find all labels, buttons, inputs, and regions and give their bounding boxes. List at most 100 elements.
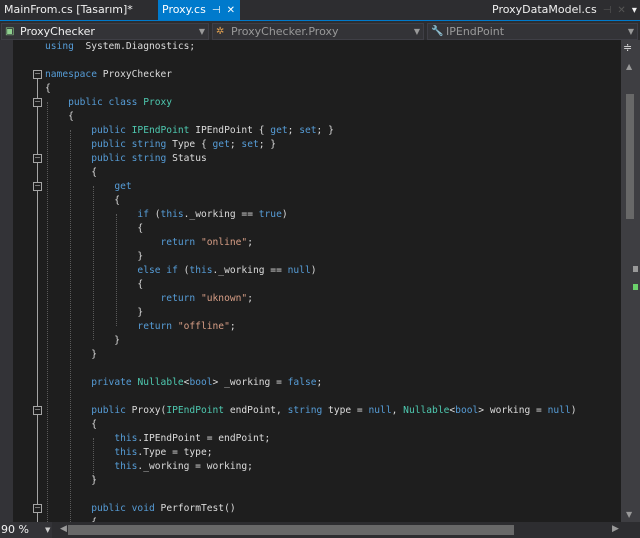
code-line[interactable]: public class Proxy	[45, 96, 576, 110]
code-token: }	[45, 251, 144, 262]
code-line[interactable]	[45, 362, 576, 376]
code-token: {	[45, 167, 97, 178]
code-line[interactable]: {	[45, 222, 576, 236]
code-line[interactable]: }	[45, 334, 576, 348]
class-dropdown[interactable]: ✲ ProxyChecker.Proxy ▼	[212, 23, 424, 40]
code-line[interactable]: }	[45, 250, 576, 264]
csharp-project-icon: ▣	[5, 26, 15, 37]
project-dropdown[interactable]: ▣ ProxyChecker ▼	[1, 23, 209, 40]
vertical-scrollbar[interactable]: ≑ ▲ ▼	[621, 40, 640, 522]
code-line[interactable]	[45, 54, 576, 68]
code-line[interactable]: {	[45, 194, 576, 208]
scroll-thumb[interactable]	[626, 94, 634, 219]
horizontal-scroll-thumb[interactable]	[68, 525, 514, 535]
code-token: Nullable	[137, 377, 184, 388]
code-token: ;	[287, 125, 300, 136]
code-token: )	[310, 265, 317, 276]
code-token: {	[45, 279, 144, 290]
code-line[interactable]: namespace ProxyChecker	[45, 68, 576, 82]
class-name: ProxyChecker.Proxy	[231, 25, 339, 38]
collapse-get-icon[interactable]: −	[33, 182, 42, 191]
code-line[interactable]: return "online";	[45, 236, 576, 250]
member-dropdown[interactable]: 🔧 IPEndPoint ▼	[427, 23, 638, 40]
horizontal-scrollbar[interactable]: 90 % ▼ ◀ ▶	[0, 522, 640, 538]
pin-icon[interactable]: ⊣	[603, 5, 612, 16]
code-line[interactable]: {	[45, 278, 576, 292]
code-line[interactable]: {	[45, 166, 576, 180]
code-line[interactable]: }	[45, 348, 576, 362]
code-token: Nullable	[403, 405, 450, 416]
collapse-status-icon[interactable]: −	[33, 154, 42, 163]
code-token: "offline"	[177, 321, 230, 332]
zoom-dropdown[interactable]: 90 % ▼	[0, 522, 52, 538]
code-line[interactable]: get	[45, 180, 576, 194]
scroll-up-icon[interactable]: ▲	[626, 62, 632, 71]
code-line[interactable]: {	[45, 418, 576, 432]
code-line[interactable]: return "offline";	[45, 320, 576, 334]
code-line[interactable]: this.IPEndPoint = endPoint;	[45, 432, 576, 446]
code-token: using	[45, 41, 74, 52]
code-token: get	[270, 125, 288, 136]
code-token: null	[368, 405, 392, 416]
scroll-down-icon[interactable]: ▼	[626, 510, 632, 519]
code-text[interactable]: using System.Diagnostics; namespace Prox…	[45, 40, 576, 522]
pin-icon[interactable]: ⊣	[212, 5, 221, 16]
code-token: this	[114, 433, 138, 444]
code-token: PerformTest()	[154, 503, 236, 514]
code-line[interactable]: public Proxy(IPEndPoint endPoint, string…	[45, 404, 576, 418]
tab-overflow-chevron-icon[interactable]: ▾	[632, 5, 637, 16]
zoom-level: 90 %	[1, 523, 29, 536]
close-icon[interactable]: ✕	[617, 5, 625, 16]
code-line[interactable]: else if (this._working == null)	[45, 264, 576, 278]
tab-mainfrom[interactable]: MainFrom.cs [Tasarım]*	[0, 0, 137, 20]
class-icon: ✲	[216, 26, 225, 37]
code-line[interactable]: return "uknown";	[45, 292, 576, 306]
tab-proxy[interactable]: Proxy.cs ⊣ ✕	[158, 0, 240, 20]
code-line[interactable]	[45, 390, 576, 404]
navigation-bar: ▣ ProxyChecker ▼ ✲ ProxyChecker.Proxy ▼ 🔧 IPE…	[0, 20, 640, 40]
code-token: ; }	[316, 125, 334, 136]
code-line[interactable]: public void PerformTest()	[45, 502, 576, 516]
code-line[interactable]: }	[45, 474, 576, 488]
collapse-performtest-icon[interactable]: −	[33, 504, 42, 513]
code-line[interactable]: if (this._working == true)	[45, 208, 576, 222]
tab-proxydatamodel[interactable]: ProxyDataModel.cs ⊣ ✕ ▾	[488, 0, 640, 20]
code-token: > _working =	[212, 377, 288, 388]
code-line[interactable]: using System.Diagnostics;	[45, 40, 576, 54]
code-token: ;	[229, 321, 236, 332]
code-editor[interactable]: − − − − − − using System.Diagnostics; na…	[0, 40, 621, 522]
collapse-namespace-icon[interactable]: −	[33, 70, 42, 79]
code-line[interactable]: {	[45, 82, 576, 96]
code-line[interactable]: this.Type = type;	[45, 446, 576, 460]
code-line[interactable]	[45, 488, 576, 502]
code-line[interactable]: this._working = working;	[45, 460, 576, 474]
code-token: null	[547, 405, 571, 416]
code-token: ;	[229, 139, 242, 150]
code-line[interactable]: public IPEndPoint IPEndPoint { get; set;…	[45, 124, 576, 138]
code-line[interactable]: private Nullable<bool> _working = false;	[45, 376, 576, 390]
code-token: public	[91, 405, 126, 416]
code-token: public string	[91, 139, 167, 150]
code-line[interactable]: public string Type { get; set; }	[45, 138, 576, 152]
code-token: public string	[91, 153, 167, 164]
collapse-class-icon[interactable]: −	[33, 98, 42, 107]
code-line[interactable]: public string Status	[45, 152, 576, 166]
collapse-constructor-icon[interactable]: −	[33, 406, 42, 415]
close-icon[interactable]: ✕	[227, 5, 235, 16]
code-line[interactable]: }	[45, 306, 576, 320]
scroll-right-icon[interactable]: ▶	[612, 524, 619, 534]
code-token: set	[299, 125, 317, 136]
split-icon[interactable]: ≑	[623, 41, 632, 54]
code-line[interactable]: {	[45, 110, 576, 124]
scroll-left-icon[interactable]: ◀	[60, 524, 67, 534]
code-token: {	[45, 111, 74, 122]
